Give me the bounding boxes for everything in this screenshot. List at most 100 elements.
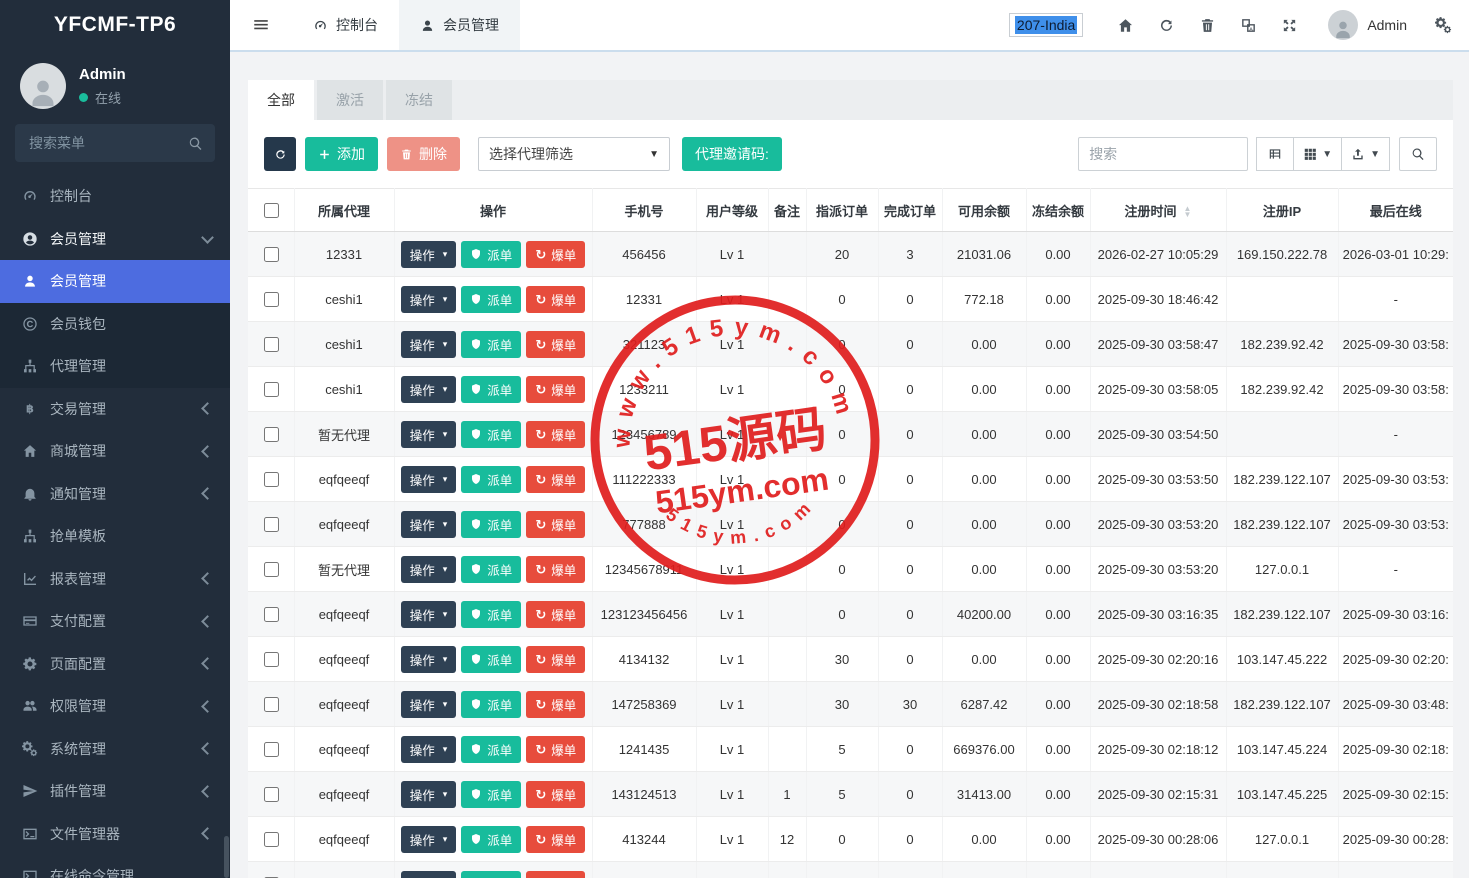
tab-all[interactable]: 全部	[248, 80, 314, 120]
row-action-dropdown[interactable]: 操作▾	[401, 601, 457, 628]
row-action-dropdown[interactable]: 操作▾	[401, 826, 457, 853]
sidebar-item-mall-manage[interactable]: 商城管理	[0, 430, 230, 473]
delete-button[interactable]: 删除	[387, 137, 460, 171]
row-dispatch-button[interactable]: 派单	[461, 466, 521, 493]
select-all-checkbox[interactable]	[264, 203, 279, 218]
row-checkbox[interactable]	[264, 337, 279, 352]
sidebar-item-file-manager[interactable]: 文件管理器	[0, 813, 230, 856]
row-dispatch-button[interactable]: 派单	[461, 421, 521, 448]
agent-invite-code-button[interactable]: 代理邀请码:	[682, 137, 782, 171]
sidebar-item-addon-manage[interactable]: 插件管理	[0, 770, 230, 813]
row-checkbox[interactable]	[264, 427, 279, 442]
row-checkbox[interactable]	[264, 697, 279, 712]
row-dispatch-button[interactable]: 派单	[461, 331, 521, 358]
row-burst-button[interactable]: ↻爆单	[526, 241, 585, 268]
row-checkbox[interactable]	[264, 742, 279, 757]
row-checkbox[interactable]	[264, 607, 279, 622]
column-header-last-online[interactable]: 最后在线	[1338, 189, 1453, 232]
row-checkbox[interactable]	[264, 472, 279, 487]
row-burst-button[interactable]: ↻爆单	[526, 286, 585, 313]
row-dispatch-button[interactable]: 派单	[461, 286, 521, 313]
row-dispatch-button[interactable]: 派单	[461, 241, 521, 268]
row-action-dropdown[interactable]: 操作▾	[401, 511, 457, 538]
agent-filter-select[interactable]: 选择代理筛选 ▼	[478, 137, 670, 171]
sidebar-item-page-config[interactable]: 页面配置	[0, 643, 230, 686]
sidebar-item-notice-manage[interactable]: 通知管理	[0, 473, 230, 516]
menu-search-input[interactable]	[27, 134, 188, 152]
table-refresh-button[interactable]	[264, 137, 296, 171]
row-dispatch-button[interactable]: 派单	[461, 781, 521, 808]
row-burst-button[interactable]: ↻爆单	[526, 871, 585, 878]
sidebar-toggle-button[interactable]	[230, 16, 292, 34]
sidebar-item-member-manage[interactable]: 会员管理	[0, 260, 230, 303]
row-checkbox[interactable]	[264, 562, 279, 577]
column-header-register-time[interactable]: 注册时间▲▼	[1090, 189, 1226, 232]
row-dispatch-button[interactable]: 派单	[461, 376, 521, 403]
add-button[interactable]: 添加	[305, 137, 378, 171]
sidebar-item-system-manage[interactable]: 系统管理	[0, 728, 230, 771]
row-checkbox[interactable]	[264, 292, 279, 307]
row-dispatch-button[interactable]: 派单	[461, 691, 521, 718]
row-action-dropdown[interactable]: 操作▾	[401, 781, 457, 808]
sidebar-item-pay-config[interactable]: 支付配置	[0, 600, 230, 643]
row-burst-button[interactable]: ↻爆单	[526, 646, 585, 673]
admin-name[interactable]: Admin	[1367, 17, 1407, 33]
column-header-phone[interactable]: 手机号	[592, 189, 696, 232]
row-action-dropdown[interactable]: 操作▾	[401, 331, 457, 358]
row-burst-button[interactable]: ↻爆单	[526, 826, 585, 853]
row-action-dropdown[interactable]: 操作▾	[401, 286, 457, 313]
topbar-tab-console[interactable]: 控制台	[292, 0, 399, 50]
row-action-dropdown[interactable]: 操作▾	[401, 241, 457, 268]
settings-button[interactable]	[1431, 17, 1455, 34]
selected-text-box[interactable]: 207-India	[1009, 13, 1083, 37]
row-action-dropdown[interactable]: 操作▾	[401, 376, 457, 403]
row-action-dropdown[interactable]: 操作▾	[401, 691, 457, 718]
refresh-button[interactable]	[1146, 17, 1187, 34]
row-burst-button[interactable]: ↻爆单	[526, 331, 585, 358]
row-action-dropdown[interactable]: 操作▾	[401, 736, 457, 763]
admin-avatar[interactable]	[1328, 10, 1358, 40]
row-checkbox[interactable]	[264, 832, 279, 847]
row-burst-button[interactable]: ↻爆单	[526, 556, 585, 583]
column-header-register-ip[interactable]: 注册IP	[1226, 189, 1338, 232]
fullscreen-button[interactable]	[1269, 17, 1310, 34]
tab-frozen[interactable]: 冻结	[386, 80, 452, 120]
row-burst-button[interactable]: ↻爆单	[526, 601, 585, 628]
language-button[interactable]: A	[1228, 17, 1269, 34]
sidebar-item-auth-manage[interactable]: 权限管理	[0, 685, 230, 728]
column-header-level[interactable]: 用户等级	[696, 189, 768, 232]
sidebar-item-member-group[interactable]: 会员管理	[0, 218, 230, 261]
row-action-dropdown[interactable]: 操作▾	[401, 466, 457, 493]
row-dispatch-button[interactable]: 派单	[461, 871, 521, 878]
sidebar-scrollbar[interactable]	[224, 836, 229, 878]
row-dispatch-button[interactable]: 派单	[461, 601, 521, 628]
row-burst-button[interactable]: ↻爆单	[526, 781, 585, 808]
row-dispatch-button[interactable]: 派单	[461, 556, 521, 583]
row-checkbox[interactable]	[264, 517, 279, 532]
row-checkbox[interactable]	[264, 787, 279, 802]
sidebar-item-member-wallet[interactable]: 会员钱包	[0, 303, 230, 346]
home-button[interactable]	[1105, 17, 1146, 34]
column-header-completed-orders[interactable]: 完成订单	[878, 189, 942, 232]
row-burst-button[interactable]: ↻爆单	[526, 691, 585, 718]
row-burst-button[interactable]: ↻爆单	[526, 421, 585, 448]
column-header-available-balance[interactable]: 可用余额	[942, 189, 1026, 232]
row-burst-button[interactable]: ↻爆单	[526, 736, 585, 763]
row-action-dropdown[interactable]: 操作▾	[401, 871, 457, 878]
column-header-frozen-balance[interactable]: 冻结余额	[1026, 189, 1090, 232]
sidebar-item-report-manage[interactable]: 报表管理	[0, 558, 230, 601]
clear-cache-button[interactable]	[1187, 17, 1228, 34]
column-header-action[interactable]: 操作	[394, 189, 592, 232]
table-search-input[interactable]	[1078, 137, 1248, 171]
row-checkbox[interactable]	[264, 652, 279, 667]
detail-view-button[interactable]	[1256, 137, 1294, 171]
column-header-remark[interactable]: 备注	[768, 189, 806, 232]
tab-active[interactable]: 激活	[317, 80, 383, 120]
row-checkbox[interactable]	[264, 247, 279, 262]
row-action-dropdown[interactable]: 操作▾	[401, 646, 457, 673]
topbar-tab-member-manage[interactable]: 会员管理	[399, 0, 520, 50]
row-action-dropdown[interactable]: 操作▾	[401, 556, 457, 583]
row-dispatch-button[interactable]: 派单	[461, 826, 521, 853]
row-burst-button[interactable]: ↻爆单	[526, 466, 585, 493]
sidebar-item-trade-manage[interactable]: ฿交易管理	[0, 388, 230, 431]
